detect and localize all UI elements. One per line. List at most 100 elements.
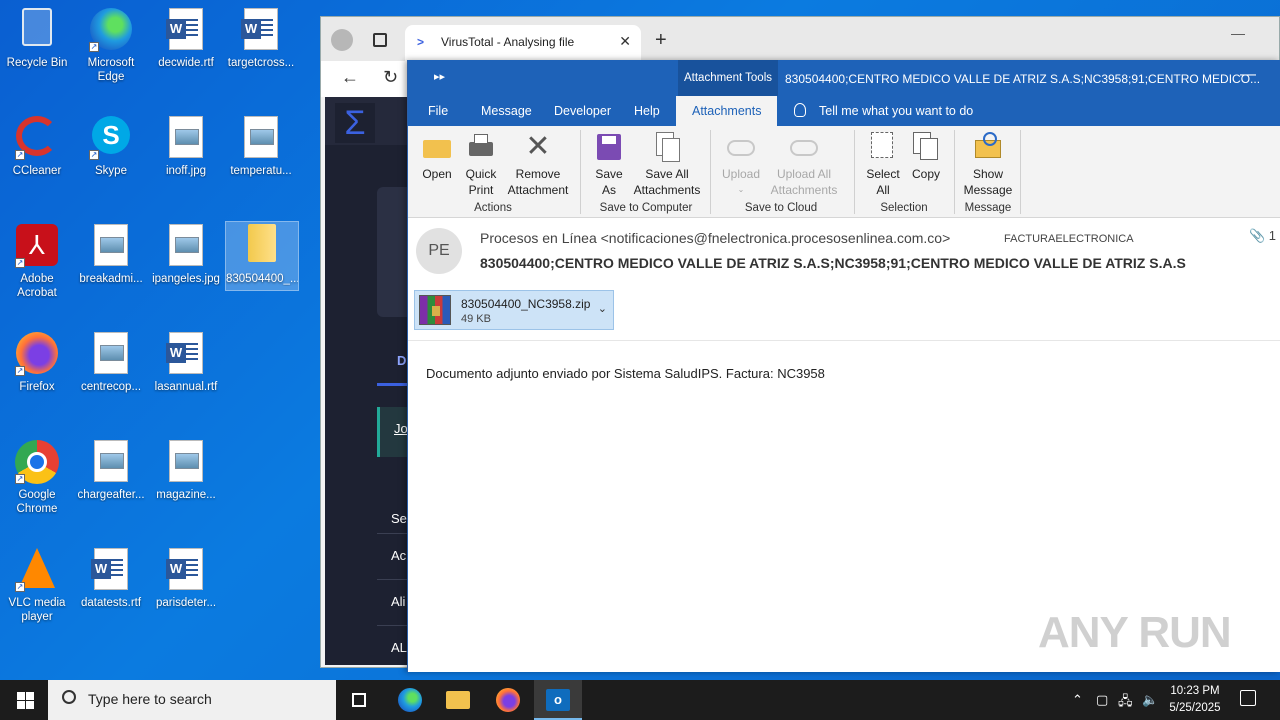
vlc-media-player-icon[interactable]: ↗ VLC media player [1,548,73,624]
desktop-icon-label: decwide.rtf [158,57,214,69]
skype-icon[interactable]: S ↗ Skype [75,116,147,178]
open-label: Open [422,167,452,181]
taskbar-file-explorer[interactable] [434,680,482,720]
tell-me-search[interactable]: Tell me what you want to do [819,104,973,118]
save-as-button[interactable]: Save As [592,132,626,198]
desktop-icon-label: Microsoft Edge [87,57,135,83]
save-all-attachments-button[interactable]: Save All Attachments [632,132,702,198]
word-document-icon[interactable]: W decwide.rtf [150,8,222,70]
paperclip-icon: 📎 [1248,228,1266,243]
image-file-icon[interactable]: centrecop... [75,332,147,394]
ribbon-separator [854,130,855,214]
taskbar-firefox[interactable] [484,680,532,720]
ccleaner-icon[interactable]: ↗ CCleaner [1,116,73,178]
task-view-button[interactable] [336,680,384,720]
tab-attachments[interactable]: Attachments [676,96,778,126]
windows-start-button[interactable] [0,680,48,720]
desktop-icon-label: Adobe Acrobat [17,273,57,299]
desktop-icon-label: Google Chrome [16,489,58,515]
ribbon-separator [710,130,711,214]
desktop-icon-label: chargeafter... [77,489,145,501]
taskbar-search[interactable]: Type here to search [48,680,336,720]
select-all-button[interactable]: Select All [864,132,902,198]
minimize-icon[interactable]: — [1240,66,1256,84]
minimize-icon[interactable]: — [1231,25,1245,41]
quick-print-button[interactable]: Quick Print [462,132,500,198]
desktop-icon-label: datatests.rtf [80,597,142,609]
system-clock[interactable]: 10:23 PM 5/25/2025 [1160,683,1230,717]
actions-group-label: Actions [474,202,512,214]
attachment-count: 📎 1 [1249,228,1276,244]
profile-icon[interactable] [331,29,353,51]
winrar-archive-icon [419,295,451,325]
chevron-down-icon[interactable]: ⌄ [598,302,607,315]
copy-button[interactable]: Copy [908,132,944,182]
taskbar-outlook[interactable]: o [534,680,582,720]
header-divider [408,340,1280,341]
message-group-label: Message [964,202,1012,214]
firefox-icon[interactable]: ↗ Firefox [1,332,73,394]
title-bar: ▸▸ Attachment Tools 830504400;CENTRO MED… [408,60,1280,96]
image-file-icon[interactable]: magazine... [150,440,222,502]
volume-icon[interactable]: 🔈 [1142,692,1158,708]
desktop-icon-label: lasannual.rtf [154,381,218,393]
virustotal-logo[interactable]: Σ [335,103,375,143]
word-document-icon[interactable]: W datatests.rtf [75,548,147,610]
show-message-label: Show Message [963,167,1013,197]
desktop-icon-label: temperatu... [230,165,292,177]
show-message-button[interactable]: Show Message [962,132,1014,198]
outlook-message-window: ▸▸ Attachment Tools 830504400;CENTRO MED… [407,60,1280,672]
taskbar-edge[interactable] [386,680,434,720]
network-icon[interactable]: 🖧 [1118,692,1133,714]
save-all-label: Save All Attachments [633,167,701,197]
image-file-icon[interactable]: breakadmi... [75,224,147,286]
recipient[interactable]: FACTURAELECTRONICA [1004,233,1134,245]
notifications-icon[interactable] [1240,690,1256,706]
chevron-up-icon[interactable]: ⌃ [1072,692,1083,708]
browser-tab[interactable]: > VirusTotal - Analysing file ✕ [405,25,641,61]
word-document-icon[interactable]: W parisdeter... [150,548,222,610]
back-button[interactable]: ← [341,67,359,88]
image-file-icon[interactable]: inoff.jpg [150,116,222,178]
upload-label: Upload [721,167,761,181]
message-subject: 830504400;CENTRO MEDICO VALLE DE ATRIZ S… [480,255,1186,271]
adobe-acrobat-icon[interactable]: ⅄ ↗ Adobe Acrobat [1,224,73,300]
quick-access-icon[interactable]: ▸▸ [434,70,445,83]
tab-file[interactable]: File [428,104,448,118]
open-button[interactable]: Open [420,132,454,182]
image-file-icon[interactable]: chargeafter... [75,440,147,502]
attachment-size: 49 KB [461,313,491,325]
remove-attachment-button[interactable]: ✕ Remove Attachment [504,132,572,198]
copy-icon [911,132,941,162]
tab-message[interactable]: Message [481,104,532,118]
new-tab-button[interactable]: + [655,29,667,52]
ribbon-tabs: File Message Developer Help Attachments … [408,96,1280,126]
microsoft-edge-icon[interactable]: ↗ Microsoft Edge [75,8,147,84]
folder-icon [446,691,470,709]
upload-button[interactable]: Upload ⌄ [718,132,764,198]
tab-help[interactable]: Help [634,104,660,118]
folder-icon[interactable]: 830504400_... [225,221,299,291]
reload-button[interactable]: ↻ [383,67,398,88]
desktop-icon-label: Firefox [19,381,55,393]
outlook-icon: o [546,689,570,711]
meet-now-icon[interactable]: ▢ [1096,692,1108,708]
google-chrome-icon[interactable]: ↗ Google Chrome [1,440,73,516]
word-document-icon[interactable]: W targetcross... [225,8,297,70]
search-icon [62,690,76,704]
image-file-icon[interactable]: temperatu... [225,116,297,178]
close-tab-icon[interactable]: ✕ [619,33,631,50]
desktop-icon-label: inoff.jpg [165,165,207,177]
upload-all-attachments-button[interactable]: Upload All Attachments [762,132,846,198]
vt-tab-detection[interactable]: D [397,353,406,368]
attachment-chip[interactable]: 830504400_NC3958.zip 49 KB ⌄ [414,290,614,330]
sender[interactable]: Procesos en Línea <notificaciones@fnelec… [480,230,950,246]
virustotal-icon: > [417,35,425,49]
desktop-icon-label: Skype [95,165,127,177]
selection-group-label: Selection [880,202,928,214]
recycle-bin-icon[interactable]: Recycle Bin [1,8,73,70]
word-document-icon[interactable]: W lasannual.rtf [150,332,222,394]
image-file-icon[interactable]: ipangeles.jpg [150,224,222,286]
tab-developer[interactable]: Developer [554,104,611,118]
tab-actions-icon[interactable] [373,33,387,47]
